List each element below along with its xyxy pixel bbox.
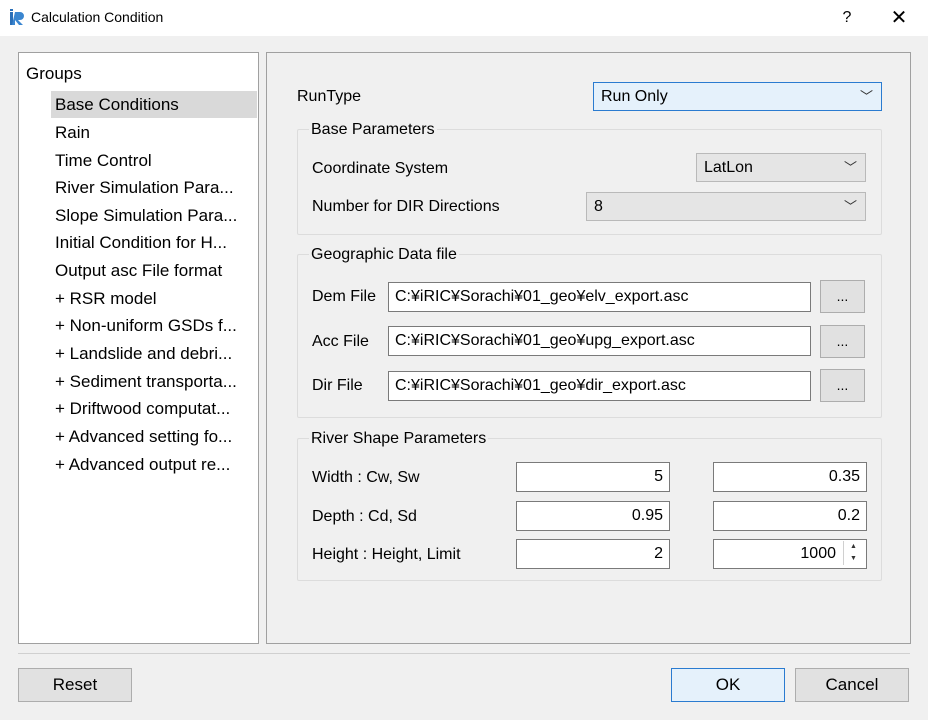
tree-item-sediment-transport[interactable]: + Sediment transporta... — [51, 368, 257, 395]
dir-file-label: Dir File — [312, 377, 363, 394]
tree-item-river-simulation[interactable]: River Simulation Para... — [51, 174, 257, 201]
height-limit-spinner[interactable]: ▲ ▼ — [843, 541, 863, 565]
iric-app-icon — [10, 9, 24, 25]
tree-item-time-control[interactable]: Time Control — [51, 147, 257, 174]
runtype-label: RunType — [297, 88, 362, 105]
tree-item-slope-simulation[interactable]: Slope Simulation Para... — [51, 202, 257, 229]
groups-tree[interactable]: Groups Base Conditions Rain Time Control… — [18, 52, 259, 644]
help-button[interactable]: ? — [824, 0, 870, 36]
dem-file-input[interactable]: C:¥iRIC¥Sorachi¥01_geo¥elv_export.asc — [388, 282, 811, 312]
tree-item-initial-condition[interactable]: Initial Condition for H... — [51, 229, 257, 256]
dem-file-browse-button[interactable]: ... — [820, 280, 865, 313]
chevron-down-icon: ﹀ — [859, 89, 873, 104]
tree-item-base-conditions[interactable]: Base Conditions — [51, 91, 257, 118]
reset-button[interactable]: Reset — [18, 668, 132, 702]
height-limit-value: 1000 — [800, 545, 836, 562]
width-label: Width : Cw, Sw — [312, 469, 420, 486]
dir-directions-label: Number for DIR Directions — [312, 198, 500, 215]
tree-item-advanced-setting[interactable]: + Advanced setting fo... — [51, 423, 257, 450]
coordinate-system-label: Coordinate System — [312, 160, 449, 177]
tree-item-driftwood[interactable]: + Driftwood computat... — [51, 395, 257, 422]
dir-directions-value: 8 — [594, 198, 603, 215]
acc-file-label: Acc File — [312, 333, 369, 350]
width-sw-input[interactable]: 0.35 — [713, 462, 867, 492]
depth-sd-input[interactable]: 0.2 — [713, 501, 867, 531]
spin-up-icon[interactable]: ▲ — [844, 541, 863, 553]
dir-directions-select[interactable]: 8 ﹀ — [586, 192, 866, 221]
tree-item-advanced-output[interactable]: + Advanced output re... — [51, 451, 257, 478]
ok-button[interactable]: OK — [671, 668, 785, 702]
depth-label: Depth : Cd, Sd — [312, 508, 417, 525]
depth-cd-input[interactable]: 0.95 — [516, 501, 670, 531]
settings-panel: RunType Run Only ﹀ Base Parameters Coord… — [266, 52, 911, 644]
tree-item-non-uniform-gsds[interactable]: + Non-uniform GSDs f... — [51, 312, 257, 339]
base-parameters-title: Base Parameters — [309, 121, 437, 139]
dir-file-browse-button[interactable]: ... — [820, 369, 865, 402]
runtype-select[interactable]: Run Only ﹀ — [593, 82, 882, 111]
river-shape-title: River Shape Parameters — [309, 430, 489, 448]
tree-item-rain[interactable]: Rain — [51, 119, 257, 146]
footer-divider — [18, 653, 910, 654]
coordinate-system-value: LatLon — [704, 159, 753, 176]
spin-down-icon[interactable]: ▼ — [844, 553, 863, 565]
chevron-down-icon: ﹀ — [843, 199, 857, 214]
width-cw-input[interactable]: 5 — [516, 462, 670, 492]
height-label: Height : Height, Limit — [312, 546, 461, 563]
geographic-data-title: Geographic Data file — [309, 246, 459, 264]
dir-file-input[interactable]: C:¥iRIC¥Sorachi¥01_geo¥dir_export.asc — [388, 371, 811, 401]
tree-item-landslide[interactable]: + Landslide and debri... — [51, 340, 257, 367]
close-button[interactable]: ✕ — [876, 0, 922, 36]
runtype-value: Run Only — [601, 88, 668, 105]
tree-header: Groups — [26, 64, 82, 83]
tree-item-rsr-model[interactable]: + RSR model — [51, 285, 257, 312]
coordinate-system-select[interactable]: LatLon ﹀ — [696, 153, 866, 182]
tree-item-output-asc[interactable]: Output asc File format — [51, 257, 257, 284]
acc-file-browse-button[interactable]: ... — [820, 325, 865, 358]
window-title: Calculation Condition — [31, 9, 164, 25]
dem-file-label: Dem File — [312, 288, 377, 305]
acc-file-input[interactable]: C:¥iRIC¥Sorachi¥01_geo¥upg_export.asc — [388, 326, 811, 356]
height-input[interactable]: 2 — [516, 539, 670, 569]
title-bar: Calculation Condition ? ✕ — [0, 0, 928, 36]
chevron-down-icon: ﹀ — [843, 160, 857, 175]
cancel-button[interactable]: Cancel — [795, 668, 909, 702]
